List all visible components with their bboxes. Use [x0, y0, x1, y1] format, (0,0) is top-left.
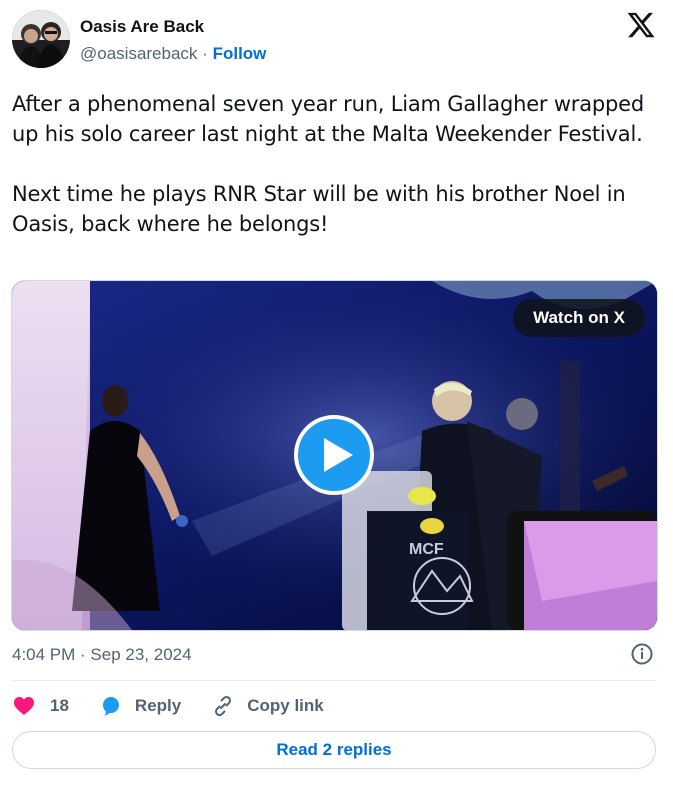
timestamp[interactable]: 4:04 PM · Sep 23, 2024 — [12, 645, 192, 665]
video-player[interactable]: MCF Watch on X — [11, 280, 658, 631]
like-button[interactable]: 18 — [12, 694, 69, 718]
reply-label: Reply — [134, 696, 182, 715]
avatar-image — [12, 10, 70, 68]
copy-link-button[interactable]: Copy link — [211, 694, 324, 718]
reply-button[interactable]: Reply — [99, 694, 181, 718]
action-bar: 18 Reply Copy link — [12, 692, 324, 720]
play-icon[interactable] — [293, 414, 375, 496]
like-count: 18 — [50, 696, 69, 715]
author-handle-row: @oasisareback · Follow — [80, 44, 266, 64]
separator-dot: · — [202, 44, 208, 63]
follow-button[interactable]: Follow — [213, 44, 267, 63]
info-icon[interactable] — [630, 642, 654, 666]
divider — [12, 680, 656, 681]
tweet-embed: Oasis Are Back @oasisareback · Follow Af… — [0, 0, 673, 787]
stage-sign-text: MCF — [409, 541, 444, 558]
avatar[interactable] — [12, 10, 70, 68]
x-logo-icon[interactable] — [626, 10, 656, 40]
author-handle[interactable]: @oasisareback — [80, 44, 197, 63]
copy-link-label: Copy link — [247, 696, 324, 715]
watch-on-x-button[interactable]: Watch on X — [513, 299, 645, 337]
reply-bubble-icon — [102, 697, 119, 716]
heart-icon — [14, 697, 34, 715]
link-icon — [215, 695, 232, 717]
read-replies-button[interactable]: Read 2 replies — [12, 731, 656, 769]
tweet-text: After a phenomenal seven year run, Liam … — [12, 92, 645, 236]
author-name[interactable]: Oasis Are Back — [80, 17, 204, 37]
